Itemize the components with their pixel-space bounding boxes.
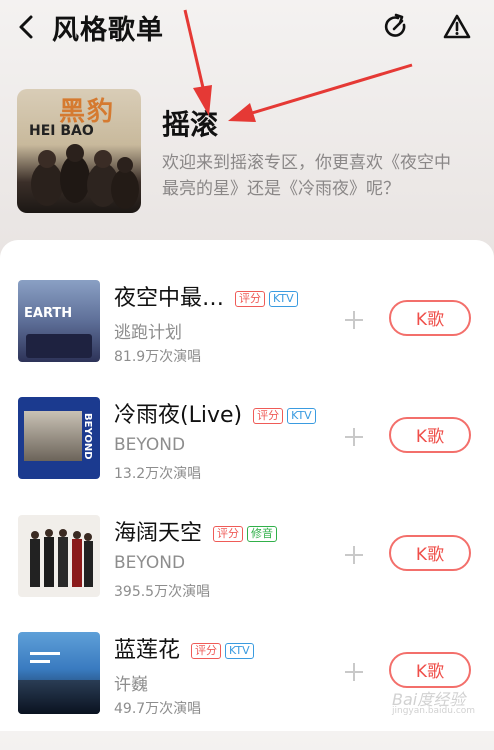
- song-play-count: 395.5万次演唱: [114, 584, 211, 600]
- ktv-tag: KTV: [287, 408, 316, 424]
- song-cover: [18, 632, 100, 714]
- sing-button[interactable]: K歌: [389, 535, 471, 571]
- share-icon[interactable]: [381, 12, 411, 42]
- sing-button[interactable]: K歌: [389, 652, 471, 688]
- sing-button[interactable]: K歌: [389, 417, 471, 453]
- watermark: Bai度经验 jingyan.baidu.com: [392, 690, 476, 716]
- ktv-tag: KTV: [225, 643, 254, 659]
- back-arrow-icon[interactable]: [12, 12, 42, 42]
- page-title: 风格歌单: [52, 15, 164, 46]
- song-play-count: 81.9万次演唱: [114, 349, 202, 365]
- score-tag: 评分: [213, 526, 244, 542]
- song-cover: BEYOND: [18, 397, 100, 479]
- song-cover-text: BEYOND: [82, 413, 93, 460]
- song-play-count: 49.7万次演唱: [114, 701, 202, 717]
- score-tag: 评分: [191, 643, 222, 659]
- song-cover: [18, 515, 100, 597]
- fix-tag: 修音: [247, 526, 278, 542]
- song-title: 蓝莲花 评分 KTV: [114, 632, 254, 664]
- song-list: EARTH 夜空中最… 评分 KTV 逃跑计划 81.9万次演唱 K歌 BEYON…: [0, 240, 494, 731]
- score-tag: 评分: [235, 291, 266, 307]
- song-row[interactable]: BEYOND 冷雨夜(Live) 评分 KTV BEYOND 13.2万次演唱 K…: [0, 397, 494, 515]
- song-title: 夜空中最… 评分 KTV: [114, 280, 298, 312]
- top-bar: 风格歌单: [0, 0, 494, 60]
- song-cover: EARTH: [18, 280, 100, 362]
- song-title: 冷雨夜(Live) 评分 KTV: [114, 397, 316, 429]
- report-warning-icon[interactable]: [442, 12, 472, 42]
- playlist-title: 摇滚: [162, 108, 219, 141]
- add-icon[interactable]: [340, 306, 368, 334]
- playlist-cover-image: 黑豹 HEI BAO: [17, 89, 141, 213]
- song-row[interactable]: EARTH 夜空中最… 评分 KTV 逃跑计划 81.9万次演唱 K歌: [0, 280, 494, 398]
- add-icon[interactable]: [340, 423, 368, 451]
- score-tag: 评分: [253, 408, 284, 424]
- song-title: 海阔天空 评分 修音: [114, 515, 278, 547]
- add-icon[interactable]: [340, 541, 368, 569]
- song-artist: BEYOND: [114, 435, 186, 455]
- song-artist: 逃跑计划: [114, 323, 182, 343]
- ktv-tag: KTV: [269, 291, 298, 307]
- add-icon[interactable]: [340, 658, 368, 686]
- song-cover-text: EARTH: [24, 306, 73, 321]
- song-artist: BEYOND: [114, 553, 186, 573]
- sing-button[interactable]: K歌: [389, 300, 471, 336]
- playlist-description: 欢迎来到摇滚专区，你更喜欢《夜空中最亮的星》还是《冷雨夜》呢？: [162, 153, 451, 199]
- cover-caption: HEI BAO: [29, 123, 94, 139]
- song-row[interactable]: 海阔天空 评分 修音 BEYOND 395.5万次演唱 K歌: [0, 515, 494, 633]
- song-play-count: 13.2万次演唱: [114, 466, 202, 482]
- song-artist: 许巍: [114, 675, 148, 695]
